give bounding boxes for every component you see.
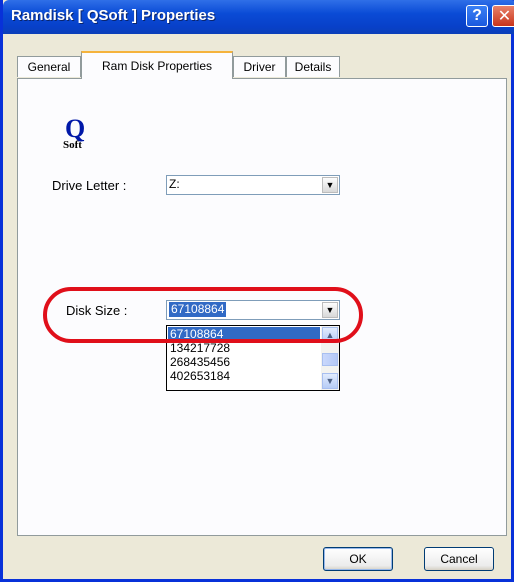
ok-button[interactable]: OK [323, 547, 393, 571]
tab-label: Driver [243, 60, 276, 74]
list-item[interactable]: 268435456 [168, 355, 320, 369]
list-item[interactable]: 134217728 [168, 341, 320, 355]
tab-label: Ram Disk Properties [101, 59, 213, 73]
drive-letter-label: Drive Letter : [52, 178, 127, 193]
tab-driver[interactable]: Driver [233, 56, 286, 77]
tab-ram-disk-properties[interactable]: Ram Disk Properties [81, 51, 233, 79]
tab-details[interactable]: Details [286, 56, 340, 77]
scroll-thumb[interactable] [322, 353, 338, 366]
close-button[interactable]: ✕ [492, 5, 514, 27]
highlight-ring [43, 287, 363, 343]
drive-letter-select[interactable]: Z: ▼ [166, 175, 340, 195]
ok-label: OK [349, 552, 367, 566]
chevron-down-icon[interactable]: ▼ [322, 177, 338, 193]
window-title: Ramdisk [ QSoft ] Properties [11, 7, 216, 24]
title-bar[interactable]: Ramdisk [ QSoft ] Properties ? ✕ [3, 0, 514, 34]
list-item[interactable]: 402653184 [168, 369, 320, 383]
tab-label: General [27, 60, 71, 74]
cancel-button[interactable]: Cancel [424, 547, 494, 571]
scroll-down-icon[interactable]: ▼ [322, 373, 338, 389]
close-icon: ✕ [497, 8, 512, 25]
help-icon: ? [472, 7, 482, 24]
properties-window: Ramdisk [ QSoft ] Properties ? ✕ General… [0, 0, 514, 582]
tab-general[interactable]: General [17, 56, 81, 77]
logo-soft: Soft [63, 139, 82, 151]
qsoft-logo: Q Soft [55, 114, 95, 154]
drive-letter-value: Z: [169, 177, 180, 191]
help-button[interactable]: ? [466, 5, 488, 27]
tab-label: Details [294, 60, 332, 74]
cancel-label: Cancel [440, 552, 478, 566]
